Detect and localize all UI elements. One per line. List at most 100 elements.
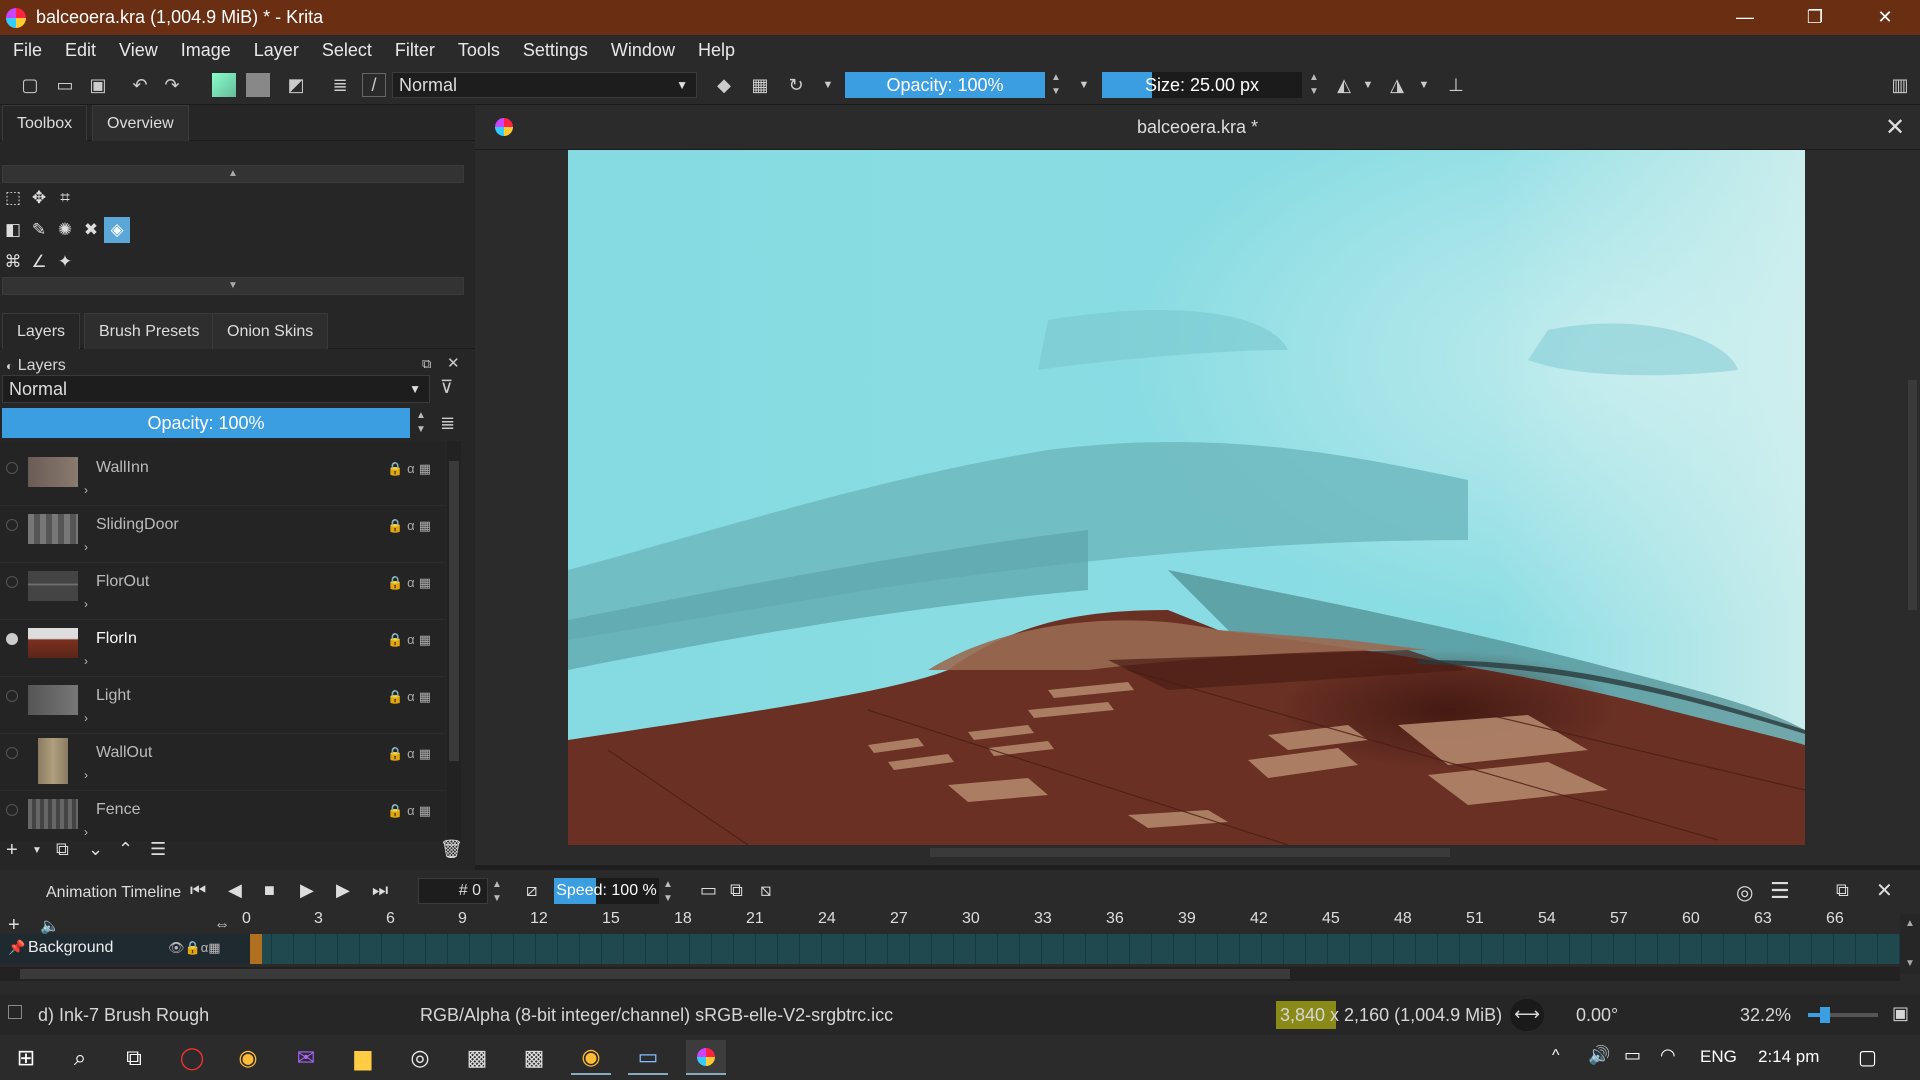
add-layer-icon[interactable]: + <box>6 839 18 862</box>
visibility-toggle-icon[interactable] <box>6 690 18 702</box>
zoom-fit-icon[interactable]: ▭ <box>700 880 717 901</box>
layer-state-icons[interactable]: 🔒α▦ <box>387 461 435 477</box>
menu-layer[interactable]: Layer <box>241 40 309 61</box>
painting-canvas[interactable] <box>568 150 1805 845</box>
brush-size-slider[interactable]: Size: 25.00 px <box>1102 72 1302 98</box>
onion-skin-icon[interactable]: ◎ <box>1736 880 1753 905</box>
fg-bg-color-icon[interactable]: ◩ <box>284 73 308 97</box>
krita-taskbar-icon[interactable] <box>686 1040 726 1075</box>
layer-row[interactable]: Fence › 🔒α▦ <box>0 791 445 841</box>
menu-select[interactable]: Select <box>309 40 382 61</box>
scroll-up-button[interactable]: ▲ <box>2 165 464 183</box>
layer-options-icon[interactable]: ≣ <box>440 413 455 434</box>
close-window-button[interactable]: ✕ <box>1850 0 1920 35</box>
timeline-hscroll[interactable] <box>0 967 1900 981</box>
expand-arrow-icon[interactable]: › <box>84 825 88 839</box>
chrome-icon[interactable]: ◉ <box>571 1040 611 1075</box>
onion-icon[interactable]: ⧉ <box>730 880 743 901</box>
brush-settings-icon[interactable]: ≣ <box>328 73 352 97</box>
layer-row[interactable]: SlidingDoor › 🔒α▦ <box>0 506 445 563</box>
new-document-icon[interactable]: ▢ <box>18 73 42 97</box>
visibility-toggle-icon[interactable] <box>6 747 18 759</box>
tray-chevron-icon[interactable]: ^ <box>1552 1047 1560 1065</box>
close-timeline-icon[interactable]: ✕ <box>1876 878 1893 903</box>
angle-tool-icon[interactable]: ∠ <box>26 249 52 275</box>
menu-settings[interactable]: Settings <box>510 40 598 61</box>
visibility-toggle-icon[interactable] <box>6 519 18 531</box>
float-panel-icon[interactable]: ⧉ <box>422 356 431 372</box>
close-panel-icon[interactable]: ✕ <box>447 354 460 372</box>
speed-spinner[interactable]: ▲ ▼ <box>659 878 677 906</box>
layer-row[interactable]: WallOut › 🔒α▦ <box>0 734 445 791</box>
opacity-slider[interactable]: Opacity: 100% <box>845 72 1045 98</box>
layer-row[interactable]: Light › 🔒α▦ <box>0 677 445 734</box>
frame-ruler[interactable]: 0 3 6 9 12 15 18 21 24 27 30 33 36 39 42 45 48 51 54 57 60 63… <box>240 910 1900 932</box>
chevron-down-icon[interactable]: ▼ <box>1412 73 1436 97</box>
move-layer-up-icon[interactable]: ⌃ <box>118 839 133 860</box>
opacity-spinner[interactable]: ▲ ▼ <box>1047 71 1065 99</box>
audio-icon[interactable]: 🔈 <box>40 916 60 936</box>
menu-image[interactable]: Image <box>168 40 241 61</box>
expand-arrow-icon[interactable]: › <box>84 654 88 668</box>
measure-tool-icon[interactable]: ⌘ <box>0 249 26 275</box>
layer-state-icons[interactable]: 🔒α▦ <box>387 632 435 648</box>
chevron-down-icon[interactable]: ▼ <box>816 73 840 97</box>
remote-desktop-icon[interactable]: ▭ <box>628 1040 668 1075</box>
layer-properties-icon[interactable]: ☰ <box>150 839 166 860</box>
smart-patch-icon[interactable]: ✺ <box>52 217 78 243</box>
duplicate-layer-icon[interactable]: ⧉ <box>56 839 69 860</box>
next-frame-icon[interactable]: ▶ <box>336 880 350 901</box>
frame-spinner[interactable]: ▲ ▼ <box>488 878 506 906</box>
expand-arrow-icon[interactable]: › <box>84 483 88 497</box>
fullscreen-icon[interactable]: ▣ <box>1892 1003 1909 1024</box>
wifi-icon[interactable]: ◠ <box>1660 1045 1676 1066</box>
scroll-down-button[interactable]: ▼ <box>2 277 464 295</box>
assistant-tool-icon[interactable]: ✖ <box>78 217 104 243</box>
menu-filter[interactable]: Filter <box>382 40 445 61</box>
menu-file[interactable]: File <box>0 40 52 61</box>
restore-button[interactable]: ❐ <box>1780 0 1850 35</box>
battery-icon[interactable]: ▭ <box>1624 1045 1641 1066</box>
app-icon[interactable]: ▩ <box>457 1040 497 1075</box>
preserve-alpha-icon[interactable]: ▦ <box>748 73 772 97</box>
stop-icon[interactable]: ■ <box>264 880 275 901</box>
layer-opacity-slider[interactable]: Opacity: 100% <box>2 408 410 438</box>
tab-toolbox[interactable]: Toolbox <box>2 105 88 141</box>
prev-frame-icon[interactable]: ◀ <box>228 880 242 901</box>
layer-state-icons[interactable]: 🔒α▦ <box>387 518 435 534</box>
float-timeline-icon[interactable]: ⧉ <box>1836 880 1849 901</box>
tab-brush-presets[interactable]: Brush Presets <box>84 313 215 349</box>
layer-row[interactable]: FlorOut › 🔒α▦ <box>0 563 445 620</box>
timeline-menu-icon[interactable]: ☰ <box>1770 878 1790 904</box>
mirror-vertical-icon[interactable]: ◮ <box>1385 73 1409 97</box>
fill-tool-icon[interactable]: ◈ <box>104 217 130 243</box>
speed-slider[interactable]: Speed: 100 % <box>554 878 659 904</box>
layers-scrollbar[interactable] <box>447 441 461 841</box>
mirror-horizontal-icon[interactable]: ◭ <box>1332 73 1356 97</box>
layer-blend-mode-select[interactable]: Normal ▼ <box>2 375 430 403</box>
chevron-down-icon[interactable]: ▼ <box>1072 73 1096 97</box>
expand-arrow-icon[interactable]: › <box>84 597 88 611</box>
current-frame-cell[interactable] <box>250 934 262 964</box>
frame-number-input[interactable]: # 0 <box>418 878 488 904</box>
layer-state-icons[interactable]: 🔒α▦ <box>387 689 435 705</box>
color-picker-icon[interactable]: ✎ <box>26 217 52 243</box>
reference-tool-icon[interactable]: ✦ <box>52 249 78 275</box>
layer-visibility-icons[interactable]: 👁🔒α▦ <box>168 940 221 956</box>
chevron-down-icon[interactable]: ▼ <box>1356 73 1380 97</box>
vertical-scrollbar[interactable] <box>1905 150 1920 845</box>
gradient-swatch-icon[interactable] <box>212 73 236 97</box>
frame-cells[interactable] <box>250 934 1900 964</box>
file-explorer-icon[interactable]: ▆ <box>343 1040 383 1075</box>
settings-frame-icon[interactable]: ⧅ <box>760 880 771 901</box>
messenger-icon[interactable]: ✉ <box>286 1040 326 1075</box>
transform-icon[interactable]: ⬚ <box>0 185 26 211</box>
delete-layer-icon[interactable]: 🗑 <box>440 839 463 860</box>
layer-row[interactable]: WallInn › 🔒α▦ <box>0 449 445 506</box>
eraser-icon[interactable]: ◆ <box>712 73 736 97</box>
zoom-slider[interactable] <box>1808 1007 1878 1023</box>
layer-state-icons[interactable]: 🔒α▦ <box>387 803 435 819</box>
size-spinner[interactable]: ▲ ▼ <box>1305 71 1323 99</box>
menu-window[interactable]: Window <box>598 40 685 61</box>
save-icon[interactable]: ▣ <box>86 73 110 97</box>
